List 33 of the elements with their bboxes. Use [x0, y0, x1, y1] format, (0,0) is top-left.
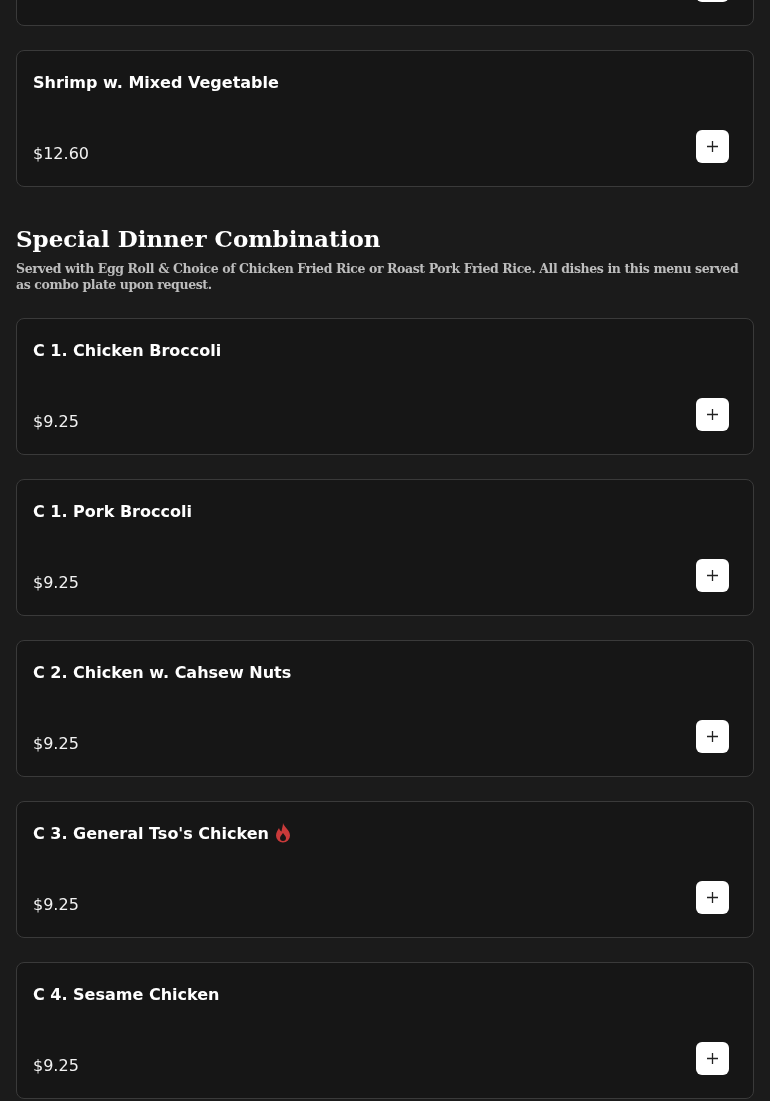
menu-item-card[interactable]: C 1. Chicken Broccoli $9.25: [16, 318, 754, 455]
menu-item-card[interactable]: C 1. Pork Broccoli $9.25: [16, 479, 754, 616]
item-price: $9.25: [33, 895, 79, 915]
menu-item-card[interactable]: Shrimp w. Mixed Vegetable $12.60: [16, 50, 754, 187]
item-name: Shrimp w. Mixed Vegetable: [33, 72, 279, 92]
add-button[interactable]: [696, 559, 729, 592]
item-name: C 3. General Tso's Chicken: [33, 823, 269, 843]
plus-icon: [707, 409, 718, 420]
item-price: $9.25: [33, 412, 79, 432]
plus-icon: [707, 892, 718, 903]
add-button[interactable]: [696, 398, 729, 431]
item-name: C 1. Chicken Broccoli: [33, 340, 222, 360]
add-button[interactable]: [696, 1042, 729, 1075]
plus-icon: [707, 731, 718, 742]
section-title: Special Dinner Combination: [16, 225, 382, 253]
item-price: $12.60: [33, 144, 89, 164]
menu-item-card[interactable]: C 4. Sesame Chicken $9.25: [16, 962, 754, 1099]
section-description: Served with Egg Roll & Choice of Chicken Fried Rice or Roast Pork Fried Rice. All dishes in this menu served as combo plate upon request.: [16, 261, 740, 293]
item-price: $9.25: [33, 573, 79, 593]
plus-icon: [707, 141, 718, 152]
add-button[interactable]: [696, 881, 729, 914]
flame-icon: [274, 823, 291, 843]
item-name: C 4. Sesame Chicken: [33, 984, 220, 1004]
item-name: C 2. Chicken w. Cahsew Nuts: [33, 662, 292, 682]
item-price: $9.25: [33, 734, 79, 754]
add-button[interactable]: [696, 720, 729, 753]
item-name: C 1. Pork Broccoli: [33, 501, 192, 521]
menu-item-card[interactable]: C 2. Chicken w. Cahsew Nuts $9.25: [16, 640, 754, 777]
plus-icon: [707, 570, 718, 581]
plus-icon: [707, 1053, 718, 1064]
item-price: $9.25: [33, 1056, 79, 1076]
menu-item-card[interactable]: C 3. General Tso's Chicken $9.25: [16, 801, 754, 938]
add-button[interactable]: [696, 130, 729, 163]
